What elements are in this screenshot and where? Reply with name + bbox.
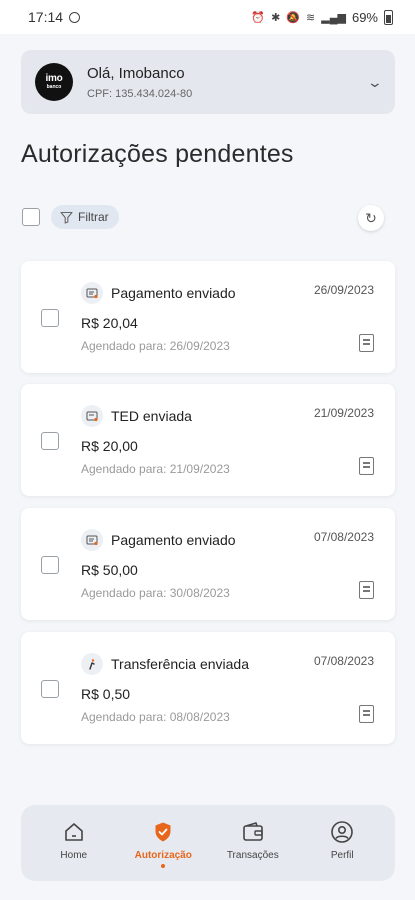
card-checkbox[interactable] [41,680,59,698]
scheduled-date: Agendado para: 21/09/2023 [81,462,230,476]
signal-icon: ▂▄▆ [321,11,346,24]
authorization-card[interactable]: Transferência enviada 07/08/2023 R$ 0,50… [21,632,395,744]
wallet-icon [242,821,263,841]
transaction-date: 07/08/2023 [313,530,374,544]
authorization-card[interactable]: Pagamento enviado 26/09/2023 R$ 20,04 Ag… [21,261,395,373]
receipt-icon[interactable] [359,705,374,723]
ted-icon [81,405,103,427]
shield-check-icon [155,822,171,841]
refresh-icon: ↻ [365,209,377,226]
transaction-amount: R$ 0,50 [81,686,131,702]
refresh-button[interactable]: ↻ [358,205,384,231]
transaction-type: TED enviada [111,408,192,424]
receipt-icon[interactable] [359,581,374,599]
filter-label: Filtrar [78,210,109,224]
battery-percent: 69% [351,9,378,25]
nav-perfil-label: Perfil [330,849,354,861]
nav-transacoes-label: Transações [226,849,279,861]
alarm-icon: ⏰ [251,11,266,24]
page-title: Autorizações pendentes [21,140,294,168]
transaction-amount: R$ 20,04 [81,315,138,331]
bottom-navigation: Home Autorização Transações Perfil [21,805,395,881]
receipt-icon[interactable] [359,457,374,475]
nav-autorizacao[interactable]: Autorização [123,819,203,868]
card-checkbox[interactable] [41,432,59,450]
nav-home[interactable]: Home [34,819,114,868]
home-icon [64,822,83,841]
status-bar: 17:14 ⏰ ✱ 🔕 ≋ ▂▄▆ 69% [0,0,415,34]
mute-icon: 🔕 [286,11,301,24]
transaction-type: Pagamento enviado [111,532,236,548]
card-checkbox[interactable] [41,309,59,327]
scheduled-date: Agendado para: 08/08/2023 [81,710,230,724]
account-greeting: Olá, Imobanco [87,64,185,82]
account-avatar: imo banco [35,63,73,101]
transaction-date: 07/08/2023 [313,654,374,668]
battery-icon [384,9,393,25]
card-checkbox[interactable] [41,556,59,574]
filter-button[interactable]: Filtrar [51,205,119,229]
transaction-date: 26/09/2023 [313,283,374,297]
bluetooth-icon: ✱ [271,11,281,24]
nav-transacoes[interactable]: Transações [213,819,293,868]
authorization-card[interactable]: Pagamento enviado 07/08/2023 R$ 50,00 Ag… [21,508,395,620]
nav-perfil[interactable]: Perfil [302,819,382,868]
account-selector[interactable]: imo banco Olá, Imobanco CPF: 135.434.024… [21,50,395,114]
nav-autorizacao-label: Autorização [134,849,192,861]
transaction-type: Transferência enviada [111,656,250,672]
status-time: 17:14 [28,9,64,25]
filter-icon [60,211,73,224]
payment-icon [81,282,103,304]
select-all-checkbox[interactable] [22,208,40,226]
receipt-icon[interactable] [359,334,374,352]
active-indicator [161,863,166,868]
nav-home-label: Home [60,849,88,861]
payment-icon [81,529,103,551]
transaction-date: 21/09/2023 [313,406,374,420]
transaction-amount: R$ 50,00 [81,562,138,578]
sync-icon [69,11,81,23]
user-icon [331,820,354,843]
transfer-icon [81,653,103,675]
transaction-type: Pagamento enviado [111,285,236,301]
scheduled-date: Agendado para: 26/09/2023 [81,339,230,353]
chevron-down-icon[interactable]: ⌄ [367,74,383,91]
wifi-icon: ≋ [306,11,316,24]
authorization-card[interactable]: TED enviada 21/09/2023 R$ 20,00 Agendado… [21,384,395,496]
account-cpf: CPF: 135.434.024-80 [87,87,193,100]
transaction-amount: R$ 20,00 [81,438,138,454]
scheduled-date: Agendado para: 30/08/2023 [81,586,230,600]
